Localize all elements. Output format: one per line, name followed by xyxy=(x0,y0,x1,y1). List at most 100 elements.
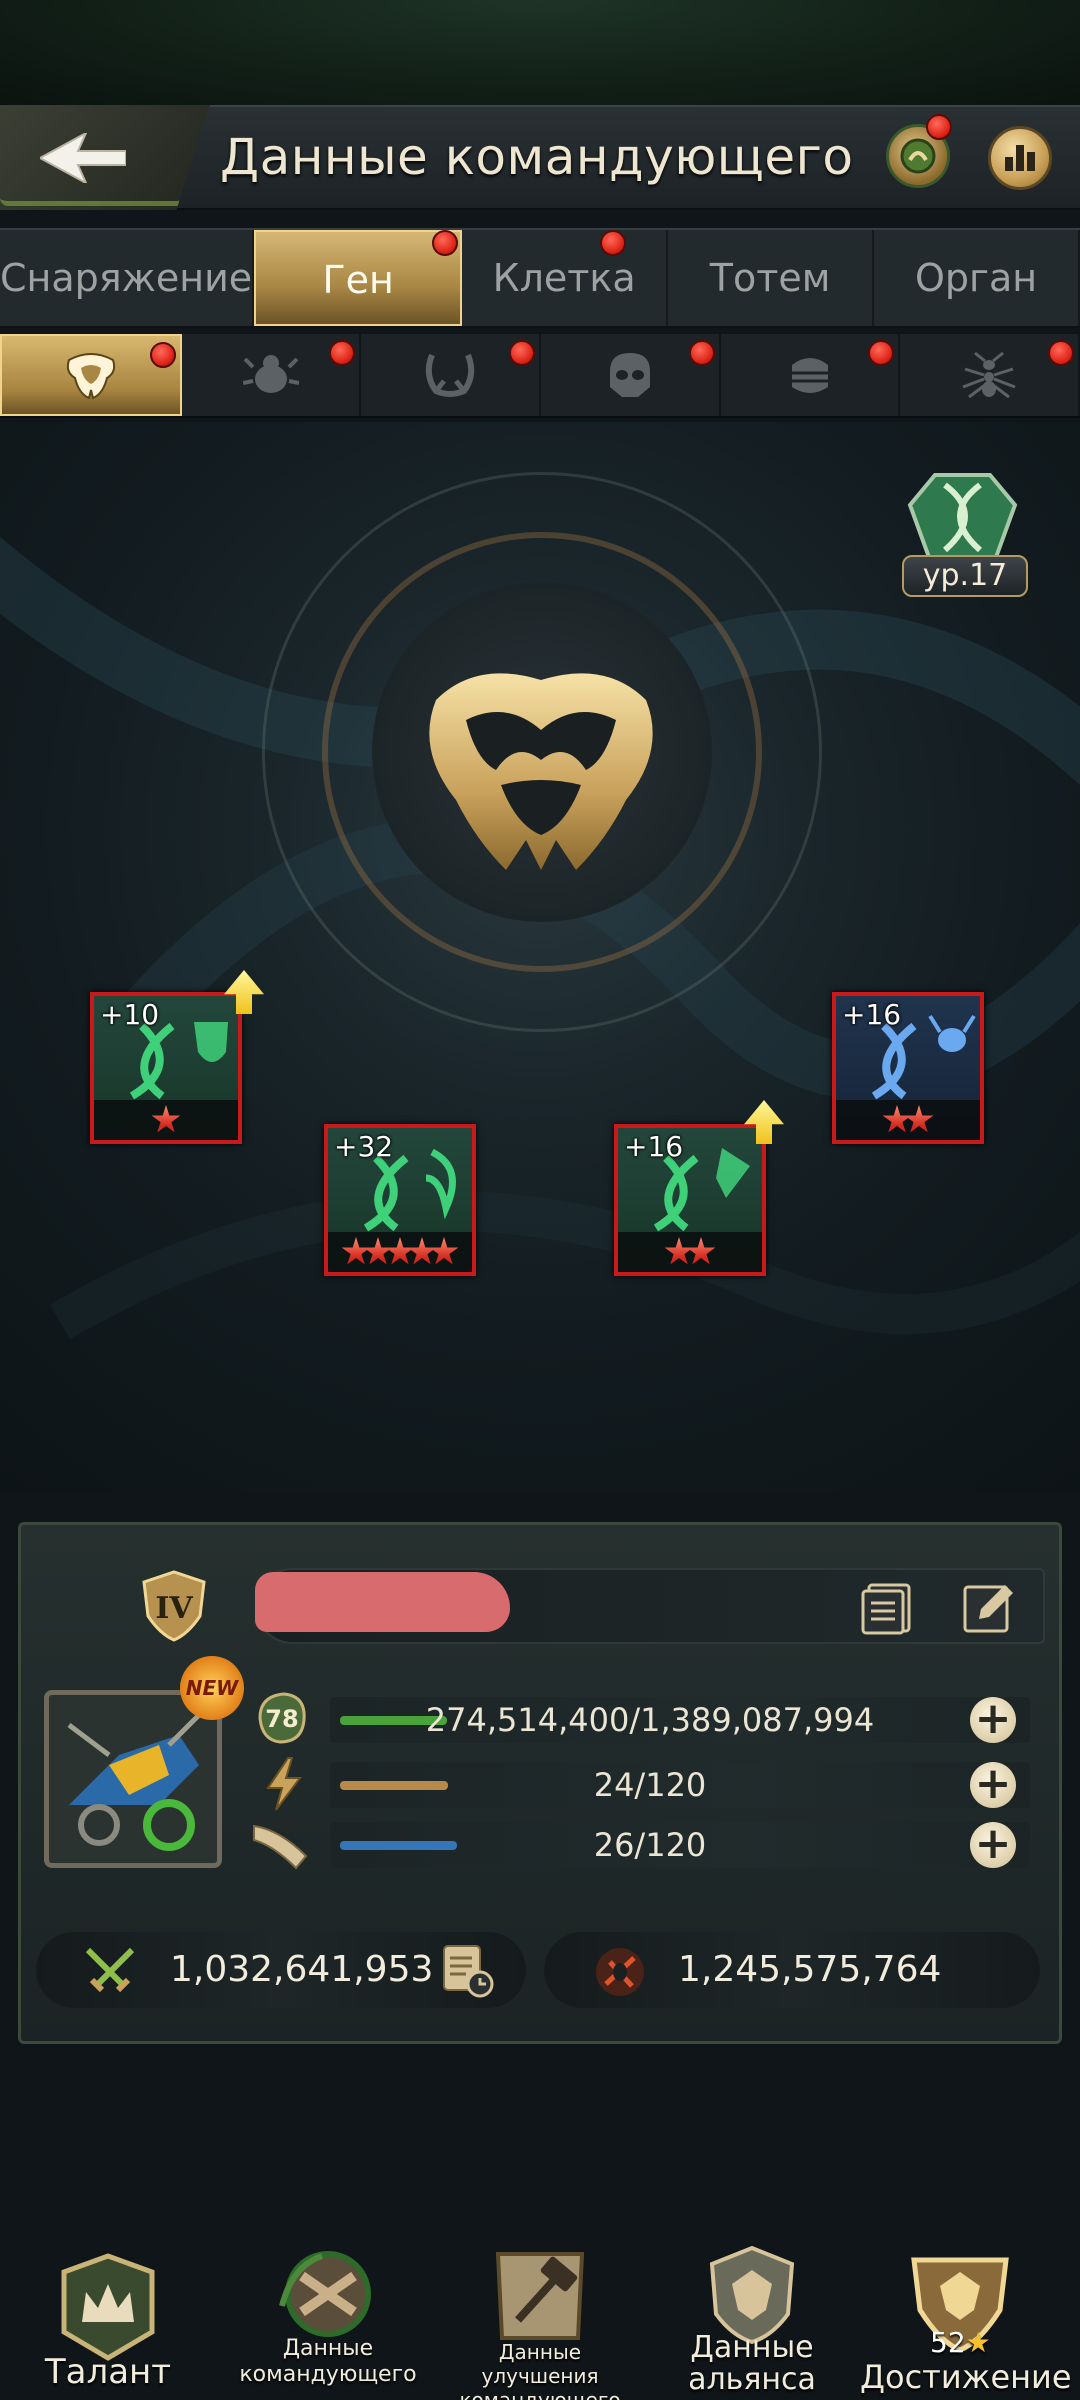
back-arrow-icon xyxy=(40,132,126,183)
notification-dot xyxy=(329,340,356,366)
gene-slot-2[interactable]: +32 xyxy=(324,1124,476,1276)
subtab-claws[interactable] xyxy=(361,334,542,416)
tab-label: Клетка xyxy=(492,256,636,300)
star-icon xyxy=(385,1237,415,1265)
rank-shield-icon: IV xyxy=(142,1570,206,1642)
subtab-horned-mask[interactable] xyxy=(0,334,182,416)
notification-dot xyxy=(149,342,176,368)
vine-decoration xyxy=(0,182,200,206)
ant-icon xyxy=(962,351,1016,399)
tab-equipment[interactable]: Снаряжение xyxy=(0,230,255,326)
gene-slot-4[interactable]: +16 xyxy=(832,992,984,1144)
star-icon xyxy=(686,1237,716,1265)
kills-value: 1,245,575,764 xyxy=(678,1949,942,1990)
tab-label: Тотем xyxy=(709,256,831,300)
ranking-button[interactable] xyxy=(988,126,1052,190)
tab-cell[interactable]: Клетка xyxy=(462,230,669,326)
skull-helmet-icon xyxy=(609,353,650,397)
tab-organ[interactable]: Орган xyxy=(874,230,1080,326)
crossed-swords-icon xyxy=(85,1947,135,1993)
add-experience-button[interactable]: + xyxy=(970,1697,1016,1743)
nav-talent[interactable]: Талант xyxy=(8,2240,208,2400)
power-history-button[interactable] xyxy=(438,1940,498,2000)
bar-chart-icon xyxy=(988,126,1052,190)
gene-level-label: ур.17 xyxy=(902,555,1028,597)
nav-achievement[interactable]: 52★ Достижение xyxy=(860,2240,1072,2400)
achievement-count: 52★ xyxy=(930,2326,1010,2359)
top-backdrop xyxy=(0,0,1080,105)
kills-ant-icon xyxy=(596,1948,644,1996)
gene-slot-3[interactable]: +16 xyxy=(614,1124,766,1276)
star-icon xyxy=(341,1237,371,1265)
stamina-row: 26/120 xyxy=(330,1822,1030,1868)
achievement-count-value: 52 xyxy=(930,2326,966,2359)
nav-upgrade-data[interactable]: Данные улучшения командующего xyxy=(440,2240,640,2400)
nav-label: Талант xyxy=(44,2352,172,2392)
gene-emblem-icon xyxy=(429,673,653,870)
tab-label: Ген xyxy=(322,258,394,302)
subtab-skull-helmet[interactable] xyxy=(541,334,721,416)
scroll-clock-icon xyxy=(443,1945,494,1998)
commander-name-redacted xyxy=(255,1572,510,1632)
star-icon xyxy=(363,1237,393,1265)
notification-dot xyxy=(509,340,536,366)
lightning-icon xyxy=(256,1756,312,1812)
add-stamina-button[interactable]: + xyxy=(970,1822,1016,1868)
nav-label: Данные альянса xyxy=(688,2330,816,2397)
star-rating xyxy=(836,1100,980,1140)
new-badge: NEW xyxy=(180,1656,244,1720)
star-icon xyxy=(904,1105,934,1133)
star-icon xyxy=(407,1237,437,1265)
subtab-beetle[interactable] xyxy=(182,334,362,416)
tab-label: Орган xyxy=(914,256,1038,300)
star-rating xyxy=(94,1100,238,1140)
tab-label: Снаряжение xyxy=(0,256,253,300)
gene-level: +16 xyxy=(842,998,902,1031)
nav-label: Достижение xyxy=(860,2358,1072,2396)
notification-dot xyxy=(600,230,627,256)
quest-button[interactable] xyxy=(886,114,956,194)
notification-dot xyxy=(688,340,715,366)
main-tabs: Снаряжение Ген Клетка Тотем Орган xyxy=(0,228,1080,328)
gene-slot-1[interactable]: +10 xyxy=(90,992,242,1144)
star-icon xyxy=(429,1237,459,1265)
star-rating xyxy=(328,1232,472,1272)
experience-value: 274,514,400/1,389,087,994 xyxy=(425,1701,875,1739)
power-value: 1,032,641,953 xyxy=(170,1949,434,1990)
subtab-ant[interactable] xyxy=(900,334,1080,416)
armor-shell-icon xyxy=(791,358,828,393)
stamina-value: 26/120 xyxy=(593,1826,707,1864)
notification-dot xyxy=(432,230,459,256)
talent-crown-icon xyxy=(61,2253,155,2361)
page-title: Данные командующего xyxy=(220,128,854,186)
nav-label: Данные улучшения командующего xyxy=(459,2340,621,2400)
gene-level: +10 xyxy=(100,998,160,1031)
edit-pencil-icon xyxy=(963,1585,1013,1633)
gene-level: +32 xyxy=(334,1130,394,1163)
info-button[interactable] xyxy=(858,1578,916,1636)
svg-text:78: 78 xyxy=(265,1705,298,1733)
energy-value: 24/120 xyxy=(593,1766,707,1804)
add-energy-button[interactable]: + xyxy=(970,1762,1016,1808)
mech-beetle-avatar-icon xyxy=(49,1695,217,1863)
star-icon xyxy=(664,1237,694,1265)
tab-gene[interactable]: Ген xyxy=(254,230,463,326)
rank-badge: IV xyxy=(138,1570,210,1642)
sprout-icon xyxy=(900,138,936,174)
level-leaf-icon: 78 xyxy=(254,1690,310,1746)
nav-commander-data[interactable]: Данные командующего xyxy=(228,2240,428,2400)
star-icon: ★ xyxy=(965,2326,991,2359)
nav-label: Данные командующего xyxy=(239,2336,417,2387)
back-button[interactable] xyxy=(0,105,210,210)
star-icon xyxy=(151,1105,181,1133)
experience-row: 274,514,400/1,389,087,994 xyxy=(330,1697,1030,1743)
commander-avatar[interactable] xyxy=(44,1690,222,1868)
notification-dot xyxy=(868,340,895,366)
edit-name-button[interactable] xyxy=(960,1578,1018,1636)
tab-totem[interactable]: Тотем xyxy=(668,230,875,326)
beetle-icon xyxy=(242,355,299,393)
subtab-armor-shell[interactable] xyxy=(721,334,901,416)
commander-data-icon xyxy=(279,2251,371,2337)
nav-alliance-data[interactable]: Данные альянса xyxy=(652,2240,852,2400)
hammer-scroll-icon xyxy=(495,2252,585,2340)
